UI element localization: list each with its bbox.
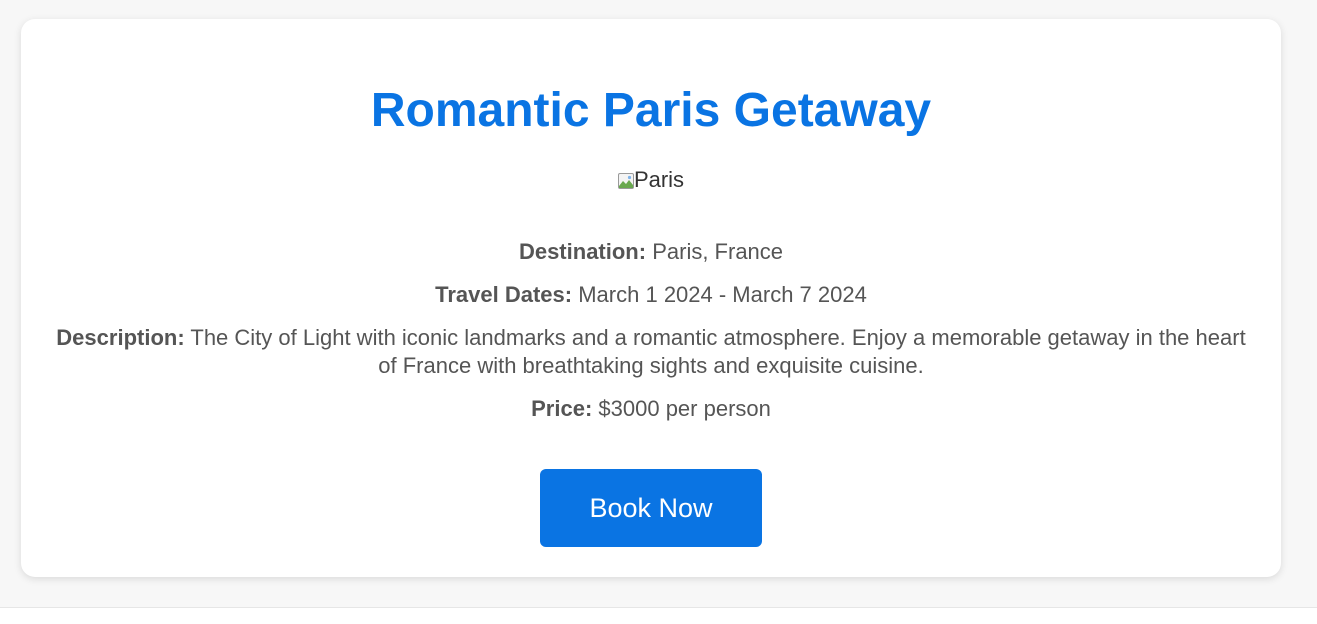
- description-value: The City of Light with iconic landmarks …: [190, 325, 1246, 378]
- page-footer-area: [0, 608, 1317, 624]
- destination-image-container: Paris: [21, 165, 1281, 195]
- broken-image-icon: [617, 173, 634, 189]
- package-card: Romantic Paris Getaway Paris Destination…: [21, 19, 1281, 577]
- description-row: Description: The City of Light with icon…: [51, 324, 1251, 380]
- travel-dates-label: Travel Dates:: [435, 282, 573, 307]
- description-label: Description:: [56, 325, 185, 350]
- destination-row: Destination: Paris, France: [51, 238, 1251, 266]
- destination-label: Destination:: [518, 239, 647, 264]
- travel-dates-value: March 1 2024 - March 7 2024: [578, 282, 867, 307]
- destination-image: Paris: [617, 166, 685, 194]
- travel-dates-row: Travel Dates: March 1 2024 - March 7 202…: [51, 281, 1251, 309]
- price-label: Price:: [531, 396, 593, 421]
- package-details: Destination: Paris, France Travel Dates:…: [51, 238, 1251, 438]
- price-value: $3000 per person: [598, 396, 771, 421]
- page: Romantic Paris Getaway Paris Destination…: [0, 0, 1317, 624]
- price-row: Price: $3000 per person: [51, 395, 1251, 423]
- destination-image-alt-text: Paris: [633, 167, 685, 192]
- book-now-button[interactable]: Book Now: [540, 469, 762, 547]
- destination-value: Paris, France: [652, 239, 784, 264]
- page-title: Romantic Paris Getaway: [370, 84, 932, 137]
